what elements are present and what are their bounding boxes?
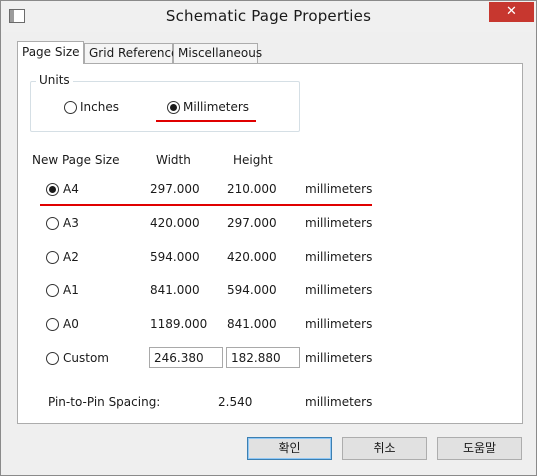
pin-spacing-label: Pin-to-Pin Spacing: — [48, 395, 161, 409]
units-group: Units Inches Millimeters — [30, 73, 300, 132]
ok-button[interactable]: 확인 — [247, 437, 332, 460]
millimeters-underline-annotation — [156, 120, 256, 122]
units-inches-radio[interactable] — [64, 101, 77, 114]
width-header: Width — [156, 153, 191, 167]
new-page-size-header: New Page Size — [32, 153, 120, 167]
title-bar[interactable]: Schematic Page Properties ✕ — [1, 1, 536, 32]
window-title: Schematic Page Properties — [165, 7, 372, 25]
size-a1-label[interactable]: A1 — [63, 283, 79, 297]
size-a1-radio[interactable] — [46, 284, 59, 297]
close-button[interactable]: ✕ — [489, 2, 534, 22]
size-a0-unit: millimeters — [305, 317, 373, 331]
size-custom-unit: millimeters — [305, 351, 373, 365]
cancel-button[interactable]: 취소 — [342, 437, 427, 460]
tab-miscellaneous[interactable]: Miscellaneous — [173, 43, 262, 63]
size-a4-width: 297.000 — [150, 182, 200, 196]
size-custom-label[interactable]: Custom — [63, 351, 109, 365]
size-a3-label[interactable]: A3 — [63, 216, 79, 230]
units-millimeters-label[interactable]: Millimeters — [183, 100, 249, 114]
close-icon: ✕ — [506, 4, 517, 19]
size-a3-height: 297.000 — [227, 216, 277, 230]
size-a2-height: 420.000 — [227, 250, 277, 264]
tab-grid-reference[interactable]: Grid Reference — [84, 43, 178, 63]
units-legend: Units — [36, 73, 73, 87]
size-a3-unit: millimeters — [305, 216, 373, 230]
size-a1-unit: millimeters — [305, 283, 373, 297]
size-a2-radio[interactable] — [46, 251, 59, 264]
custom-width-input[interactable] — [149, 347, 223, 368]
size-a0-radio[interactable] — [46, 318, 59, 331]
size-a0-width: 1189.000 — [150, 317, 208, 331]
size-a3-radio[interactable] — [46, 217, 59, 230]
units-millimeters-radio[interactable] — [167, 101, 180, 114]
size-custom-radio[interactable] — [46, 352, 59, 365]
size-a0-height: 841.000 — [227, 317, 277, 331]
a4-row-underline-annotation — [40, 204, 372, 206]
help-button[interactable]: 도움말 — [437, 437, 522, 460]
page-size-panel: Units Inches Millimeters New Page Size W… — [17, 63, 523, 424]
tab-page-size[interactable]: Page Size — [17, 41, 84, 64]
size-a2-label[interactable]: A2 — [63, 250, 79, 264]
height-header: Height — [233, 153, 273, 167]
size-a4-label[interactable]: A4 — [63, 182, 79, 196]
size-a4-height: 210.000 — [227, 182, 277, 196]
custom-height-input[interactable] — [226, 347, 300, 368]
size-a1-height: 594.000 — [227, 283, 277, 297]
pin-spacing-unit: millimeters — [305, 395, 373, 409]
size-a2-unit: millimeters — [305, 250, 373, 264]
size-a1-width: 841.000 — [150, 283, 200, 297]
pin-spacing-value: 2.540 — [218, 395, 253, 409]
size-a0-label[interactable]: A0 — [63, 317, 79, 331]
size-a4-radio[interactable] — [46, 183, 59, 196]
size-a2-width: 594.000 — [150, 250, 200, 264]
size-a4-unit: millimeters — [305, 182, 373, 196]
units-inches-label[interactable]: Inches — [80, 100, 119, 114]
dialog-window: Schematic Page Properties ✕ Page Size Gr… — [0, 0, 537, 476]
size-a3-width: 420.000 — [150, 216, 200, 230]
